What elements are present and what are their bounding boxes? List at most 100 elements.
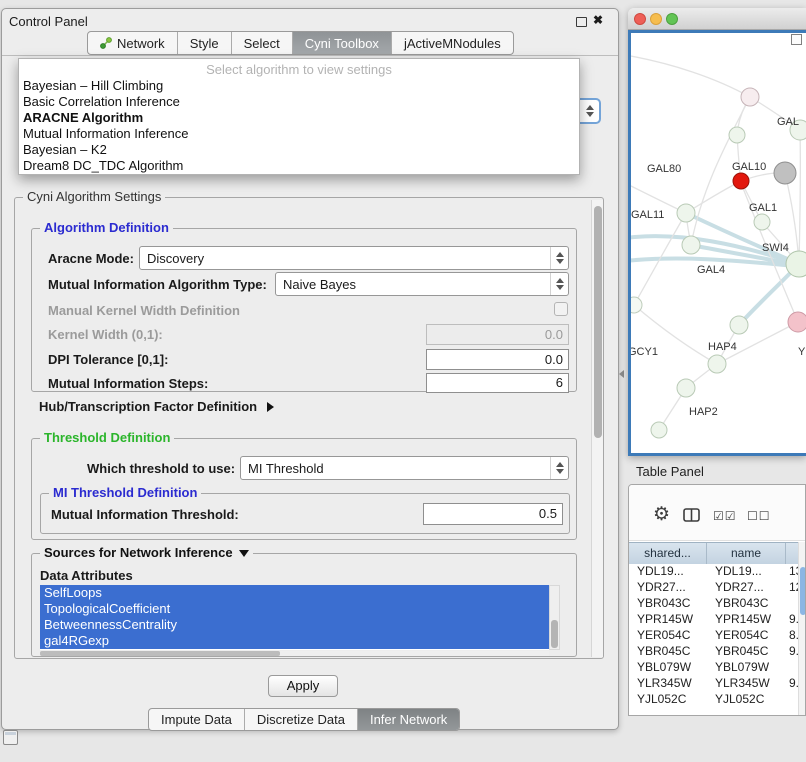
dropdown-item-mutual-information[interactable]: Mutual Information Inference [19, 126, 579, 142]
splitter-collapse-arrow[interactable] [619, 370, 624, 378]
table-cell[interactable]: YBL079W [629, 660, 707, 674]
table-row[interactable]: YBL079W YBL079W [629, 659, 798, 675]
table-scrollbar[interactable] [798, 542, 806, 716]
column-header-shared-name[interactable]: shared... [629, 543, 707, 564]
mi-steps-field[interactable]: 6 [426, 373, 569, 393]
dpi-tolerance-field[interactable]: 0.0 [426, 349, 569, 370]
table-row[interactable]: YDR27... YDR27... 12 [629, 579, 798, 595]
table-cell[interactable]: 9. [786, 644, 798, 658]
gear-icon[interactable]: ⚙ [653, 503, 670, 526]
hub-definition-toggle[interactable]: Hub/Transcription Factor Definition [39, 399, 274, 414]
table-row[interactable]: YDL19... YDL19... 13 [629, 563, 798, 579]
network-node-highlighted[interactable] [733, 173, 749, 189]
list-item-selfloops[interactable]: SelfLoops [40, 585, 549, 601]
close-icon[interactable]: ✖ [593, 13, 603, 27]
table-row[interactable]: YPR145W YPR145W 9. [629, 611, 798, 627]
network-node[interactable] [682, 236, 700, 254]
float-window-icon[interactable] [576, 17, 587, 27]
table-cell[interactable]: 13 [786, 564, 798, 578]
table-scrollbar-thumb[interactable] [800, 567, 806, 615]
table-cell[interactable]: YJL052C [629, 692, 707, 706]
table-cell[interactable]: YPR145W [707, 612, 786, 626]
settings-scrollbar[interactable] [591, 200, 603, 657]
minimized-panel-icon[interactable] [3, 730, 18, 745]
table-row[interactable]: YBR043C YBR043C [629, 595, 798, 611]
table-cell[interactable]: YDL19... [629, 564, 707, 578]
network-node-pink[interactable] [788, 312, 806, 332]
dropdown-item-dream8[interactable]: Dream8 DC_TDC Algorithm [19, 158, 579, 174]
close-traffic-light-icon[interactable] [634, 13, 646, 25]
tab-network[interactable]: Network [88, 32, 178, 54]
column-header-name[interactable]: name [707, 543, 786, 564]
settings-scrollbar-thumb[interactable] [594, 206, 602, 438]
network-node[interactable] [730, 316, 748, 334]
table-cell[interactable]: YBL079W [707, 660, 786, 674]
table-cell[interactable]: YDL19... [707, 564, 786, 578]
list-scrollbar-thumb[interactable] [551, 620, 558, 648]
table-cell[interactable]: YER054C [707, 628, 786, 642]
list-item-gal4rgexp[interactable]: gal4RGexp [40, 633, 549, 649]
network-node[interactable] [741, 88, 759, 106]
tab-style[interactable]: Style [178, 32, 232, 54]
select-all-checks-icon[interactable]: ☑☑ [713, 509, 737, 523]
table-cell[interactable]: YBR045C [707, 644, 786, 658]
table-row[interactable]: YBR045C YBR045C 9. [629, 643, 798, 659]
network-canvas[interactable]: GAL80 GAL10 GAL GAL11 GAL1 SWI4 GAL4 GCY… [631, 33, 806, 453]
table-cell[interactable]: YPR145W [629, 612, 707, 626]
table-cell[interactable]: YBR045C [629, 644, 707, 658]
mi-threshold-field[interactable]: 0.5 [423, 503, 563, 525]
table-row[interactable]: YJL052C YJL052C [629, 691, 798, 707]
sources-toggle[interactable]: Sources for Network Inference [40, 545, 253, 560]
network-node-selected[interactable] [774, 162, 796, 184]
list-scrollbar[interactable] [549, 585, 560, 650]
which-threshold-select[interactable]: MI Threshold [240, 456, 569, 480]
network-node[interactable] [677, 204, 695, 222]
list-hscrollbar-thumb[interactable] [40, 651, 280, 656]
table-cell[interactable]: YER054C [629, 628, 707, 642]
dropdown-item-bayesian-hill-climbing[interactable]: Bayesian – Hill Climbing [19, 78, 579, 94]
tab-impute-data[interactable]: Impute Data [149, 709, 245, 730]
table-cell[interactable]: YLR345W [707, 676, 786, 690]
tab-select[interactable]: Select [232, 32, 293, 54]
network-view-checkbox[interactable] [791, 34, 802, 45]
list-item-topologicalcoefficient[interactable]: TopologicalCoefficient [40, 601, 549, 617]
table-cell[interactable]: YDR27... [707, 580, 786, 594]
network-node[interactable] [651, 422, 667, 438]
table-cell[interactable]: YBR043C [629, 596, 707, 610]
table-cell[interactable]: 9. [786, 612, 798, 626]
table-row[interactable]: YLR345W YLR345W 9. [629, 675, 798, 691]
tab-cyni-toolbox[interactable]: Cyni Toolbox [293, 32, 392, 54]
dropdown-item-basic-correlation[interactable]: Basic Correlation Inference [19, 94, 579, 110]
list-hscrollbar[interactable] [40, 651, 549, 656]
minimize-traffic-light-icon[interactable] [650, 13, 662, 25]
apply-button[interactable]: Apply [268, 675, 338, 697]
manual-kernel-width-checkbox[interactable] [554, 302, 568, 316]
table-cell[interactable]: YDR27... [629, 580, 707, 594]
list-item-betweennesscentrality[interactable]: BetweennessCentrality [40, 617, 549, 633]
network-node[interactable] [677, 379, 695, 397]
aracne-mode-select[interactable]: Discovery [139, 246, 569, 270]
column-layout-icon[interactable] [683, 508, 700, 522]
expanded-arrow-icon[interactable] [239, 550, 249, 557]
table-cell[interactable]: YLR345W [629, 676, 707, 690]
network-window-titlebar[interactable] [628, 8, 806, 30]
tab-infer-network[interactable]: Infer Network [358, 709, 459, 730]
mi-algorithm-type-select[interactable]: Naive Bayes [275, 272, 569, 296]
tab-discretize-data[interactable]: Discretize Data [245, 709, 358, 730]
table-cell[interactable]: YBR043C [707, 596, 786, 610]
dropdown-item-aracne[interactable]: ARACNE Algorithm [19, 110, 579, 126]
table-cell[interactable]: 8. [786, 628, 798, 642]
network-node[interactable] [729, 127, 745, 143]
kernel-width-field[interactable]: 0.0 [426, 324, 569, 345]
table-cell[interactable]: 12 [786, 580, 798, 594]
table-cell[interactable]: 9. [786, 676, 798, 690]
network-node[interactable] [754, 214, 770, 230]
zoom-traffic-light-icon[interactable] [666, 13, 678, 25]
network-node[interactable] [631, 297, 642, 313]
table-cell[interactable]: YJL052C [707, 692, 786, 706]
table-row[interactable]: YER054C YER054C 8. [629, 627, 798, 643]
network-node[interactable] [708, 355, 726, 373]
collapsed-arrow-icon[interactable] [267, 402, 274, 412]
tab-jactivemodules[interactable]: jActiveMNodules [392, 32, 513, 54]
deselect-all-checks-icon[interactable]: ☐☐ [747, 509, 771, 523]
